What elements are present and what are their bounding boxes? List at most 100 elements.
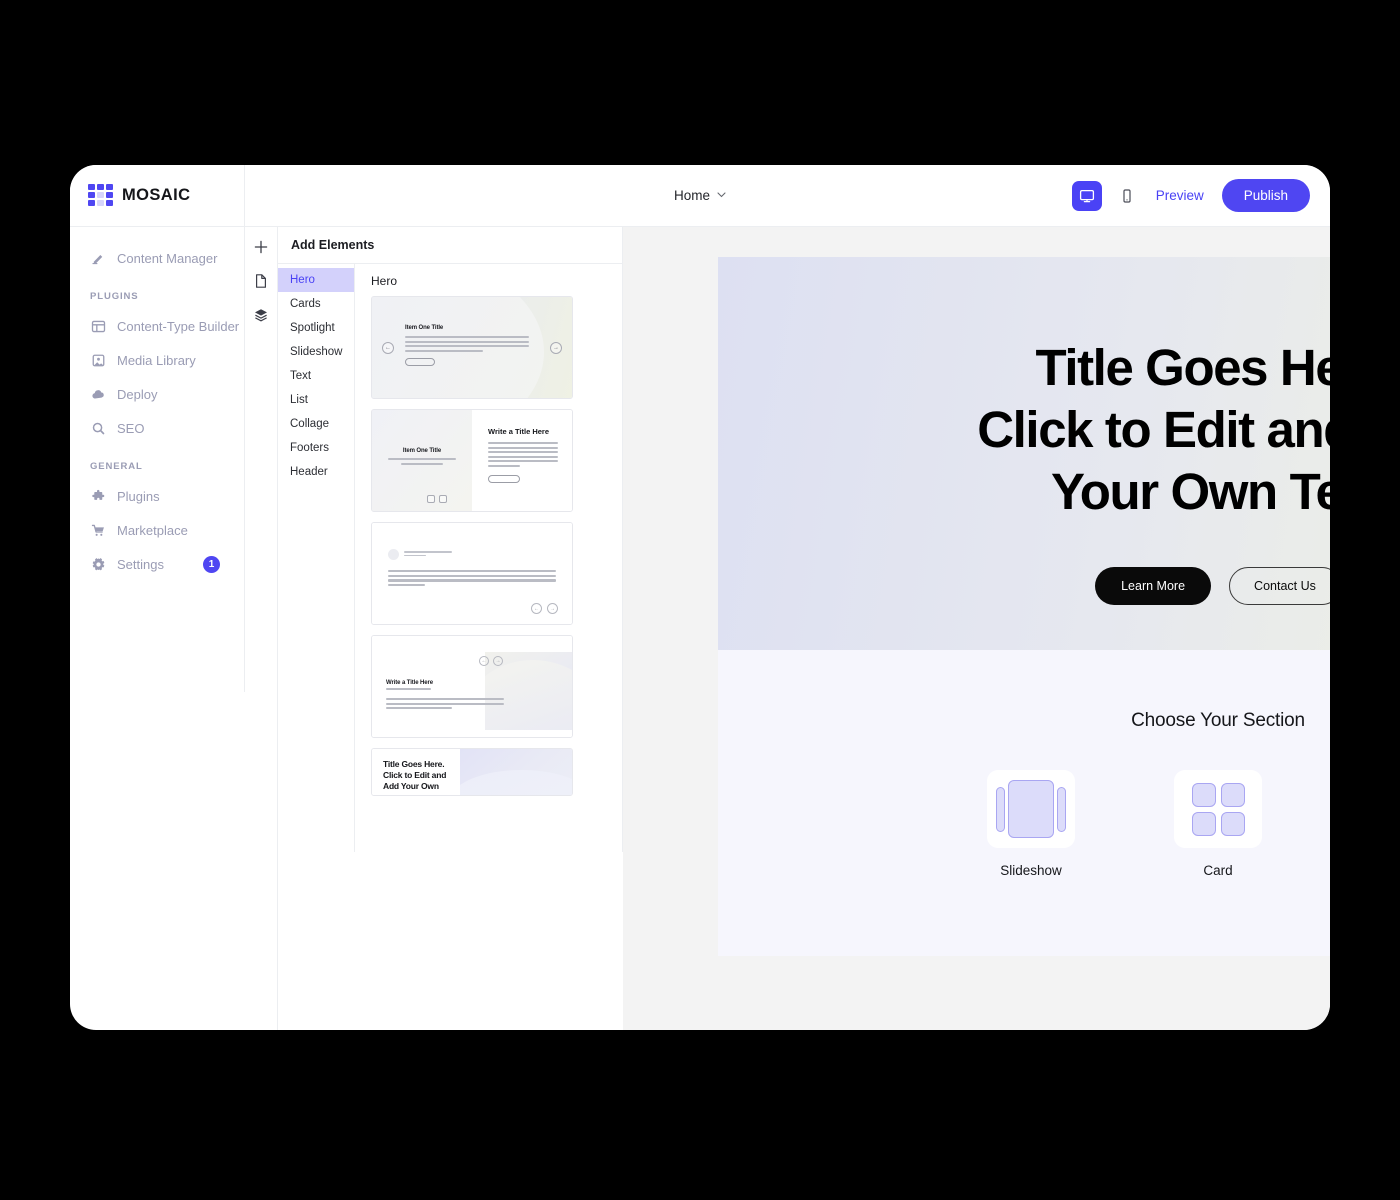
category-label: Text: [290, 370, 312, 382]
page-preview: Title Goes Here. Click to Edit and Add Y…: [718, 257, 1330, 956]
slideshow-glyph-icon: [996, 780, 1066, 838]
logo-cell: [97, 200, 104, 206]
thumbnail-content: Item One Title: [405, 325, 529, 366]
thumbnail-left-panel: Item One Title: [372, 410, 472, 511]
card-glyph-icon: [1191, 782, 1245, 836]
category-slideshow[interactable]: Slideshow: [278, 340, 354, 364]
slideshow-thumbnail[interactable]: [987, 770, 1075, 848]
sidebar-item-label: SEO: [117, 420, 145, 436]
sidebar-item-settings[interactable]: Settings 1: [70, 547, 244, 581]
panel-title: Add Elements: [278, 227, 622, 264]
logo-cell: [106, 192, 113, 198]
publish-button[interactable]: Publish: [1221, 179, 1310, 212]
section-option-list: Slideshow Card: [718, 770, 1330, 878]
hero-cta-group: Learn More Contact Us: [718, 567, 1330, 605]
plus-icon: [254, 240, 268, 254]
category-footers[interactable]: Footers: [278, 436, 354, 460]
logo-cell: [88, 200, 95, 206]
logo-cell: [97, 192, 104, 198]
slide-side-left: [996, 786, 1005, 832]
sidebar-item-plugins[interactable]: Plugins: [70, 479, 244, 513]
category-label: Header: [290, 466, 328, 478]
template-hero-text-image-right[interactable]: ← → Write a Title Here: [371, 635, 573, 738]
category-label: Slideshow: [290, 346, 343, 358]
thumbnail-right-panel: Write a Title Here: [472, 410, 572, 511]
left-sidebar: Content Manager PLUGINS Content-Type Bui…: [70, 227, 245, 692]
canvas-hero-section[interactable]: Title Goes Here. Click to Edit and Add Y…: [718, 257, 1330, 650]
preview-link[interactable]: Preview: [1156, 188, 1204, 203]
hero-title[interactable]: Title Goes Here. Click to Edit and Add Y…: [718, 337, 1330, 523]
next-control: →: [547, 603, 558, 614]
pages-button[interactable]: [251, 271, 271, 291]
page-selector[interactable]: Home: [640, 188, 760, 203]
template-hero-split-left-image[interactable]: Item One Title Write a Title Here: [371, 409, 573, 512]
thumbnail-image-block: [460, 749, 572, 795]
thumbnail-author: [388, 549, 556, 560]
logo-cell: [88, 192, 95, 198]
thumbnail-right-title: Write a Title Here: [488, 427, 549, 436]
brand-logo[interactable]: MOSAIC: [70, 165, 245, 227]
category-text[interactable]: Text: [278, 364, 354, 388]
thumbnail-button: [488, 474, 520, 483]
sidebar-item-content-type-builder[interactable]: Content-Type Builder: [70, 309, 244, 343]
category-list[interactable]: List: [278, 388, 354, 412]
thumbnail-quote-placeholder: [388, 570, 556, 587]
template-thumbnail: ← →: [372, 523, 572, 624]
next-control: →: [493, 656, 503, 666]
logo-cell: [97, 184, 104, 190]
sidebar-item-label: Deploy: [117, 386, 158, 402]
desktop-view-button[interactable]: [1071, 180, 1102, 211]
layout-icon: [90, 318, 106, 334]
category-header[interactable]: Header: [278, 460, 354, 484]
page-canvas[interactable]: Title Goes Here. Click to Edit and Add Y…: [623, 227, 1330, 1030]
brand-name: MOSAIC: [122, 186, 191, 204]
template-hero-testimonial-quote[interactable]: ← →: [371, 522, 573, 625]
layers-button[interactable]: [251, 305, 271, 325]
sidebar-item-marketplace[interactable]: Marketplace: [70, 513, 244, 547]
prev-arrow-icon: ←: [382, 342, 394, 354]
category-cards[interactable]: Cards: [278, 292, 354, 316]
mobile-view-button[interactable]: [1112, 181, 1142, 211]
template-preview-list[interactable]: Hero ← → Item One Title Item One Title W…: [355, 264, 622, 852]
section-option-card[interactable]: Card: [1174, 770, 1262, 878]
template-hero-carousel-centered[interactable]: ← → Item One Title: [371, 296, 573, 399]
search-icon: [90, 420, 106, 436]
card-thumbnail[interactable]: [1174, 770, 1262, 848]
prev-control: ←: [479, 656, 489, 666]
category-spotlight[interactable]: Spotlight: [278, 316, 354, 340]
author-name-placeholder: [404, 550, 452, 558]
top-bar-actions: Preview Publish: [1071, 179, 1330, 212]
panel-body: Hero Cards Spotlight Slideshow Text List…: [278, 264, 622, 852]
contact-us-button[interactable]: Contact Us: [1229, 567, 1330, 605]
prev-arrow-glyph: ←: [385, 345, 391, 351]
sidebar-item-deploy[interactable]: Deploy: [70, 377, 244, 411]
carousel-controls: ← →: [531, 603, 558, 614]
template-hero-big-title[interactable]: Title Goes Here. Click to Edit and Add Y…: [371, 748, 573, 796]
prev-control: ←: [531, 603, 542, 614]
mobile-icon: [1123, 188, 1131, 203]
cloud-icon: [90, 386, 106, 402]
slide-side-right: [1057, 786, 1066, 832]
category-collage[interactable]: Collage: [278, 412, 354, 436]
app-body: Content Manager PLUGINS Content-Type Bui…: [70, 227, 1330, 1030]
category-hero[interactable]: Hero: [278, 268, 354, 292]
sidebar-item-seo[interactable]: SEO: [70, 411, 244, 445]
thumbnail-button: [405, 357, 435, 366]
avatar: [388, 549, 399, 560]
add-element-button[interactable]: [251, 237, 271, 257]
sidebar-item-label: Marketplace: [117, 522, 188, 538]
page-icon: [256, 274, 266, 288]
template-thumbnail: Title Goes Here. Click to Edit and Add Y…: [372, 749, 572, 795]
sidebar-item-media-library[interactable]: Media Library: [70, 343, 244, 377]
section-option-slideshow[interactable]: Slideshow: [987, 770, 1075, 878]
learn-more-button[interactable]: Learn More: [1095, 567, 1212, 605]
mosaic-logo-icon: [88, 184, 113, 207]
cart-icon: [90, 522, 106, 538]
puzzle-icon: [90, 488, 106, 504]
section-option-label: Card: [1203, 863, 1233, 878]
thumbnail-left-title: Item One Title: [402, 448, 442, 454]
sidebar-item-content-manager[interactable]: Content Manager: [70, 241, 244, 275]
template-thumbnail: ← → Item One Title: [372, 297, 572, 398]
thumbnail-left-body-placeholder: [388, 458, 456, 465]
slide-center: [1008, 780, 1054, 838]
